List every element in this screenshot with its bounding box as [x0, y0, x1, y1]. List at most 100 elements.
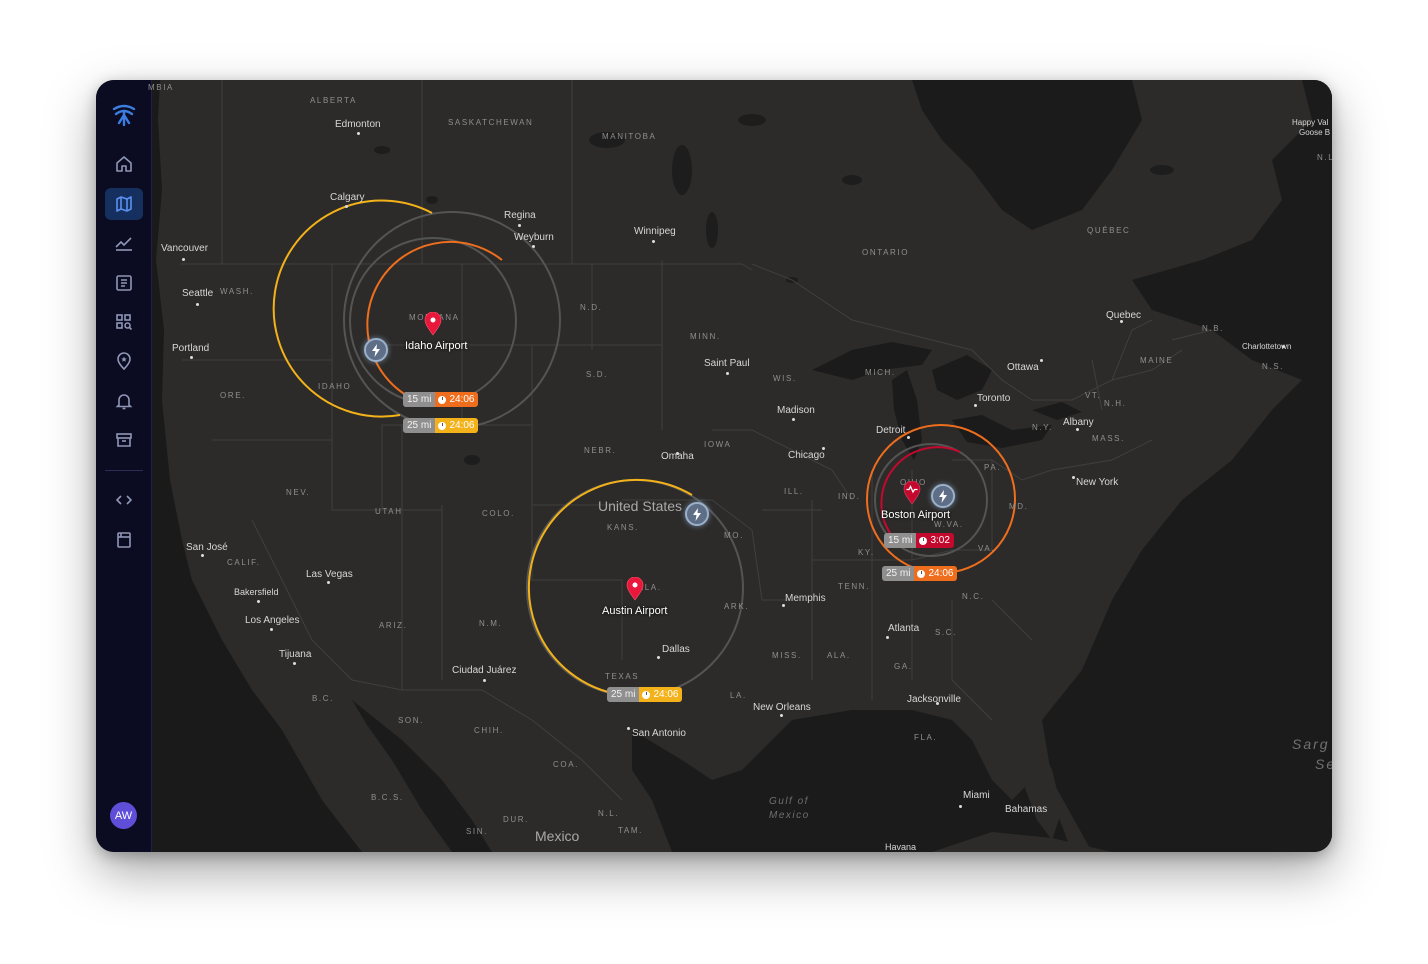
badge-time: 3:02 [916, 533, 954, 548]
region-label: KY. [858, 548, 875, 557]
nav-locations[interactable] [105, 345, 143, 377]
airport-pin-idaho[interactable] [424, 312, 442, 336]
region-label: S.D. [586, 370, 608, 379]
map-base [152, 80, 1332, 852]
sidebar-divider [105, 470, 143, 471]
region-label: W.VA. [934, 520, 964, 529]
radius-badge[interactable]: 25 mi 24:06 [607, 687, 683, 702]
badge-distance: 25 mi [403, 418, 436, 433]
region-label: MANITOBA [602, 132, 657, 141]
city-label: New York [1076, 477, 1119, 488]
city-label: Los Angeles [245, 615, 300, 626]
city-label: Havana [885, 842, 917, 852]
city-dot [345, 205, 348, 208]
city-dot [190, 356, 193, 359]
clock-icon [917, 569, 926, 578]
region-label: MINN. [690, 332, 721, 341]
lightning-marker[interactable] [931, 484, 955, 508]
region-label: KANS. [607, 523, 640, 532]
region-label: N.L [1317, 153, 1332, 162]
region-label: N.L. [598, 809, 620, 818]
nav-archive[interactable] [105, 424, 143, 456]
airport-label: Austin Airport [602, 605, 668, 617]
city-label: Dallas [662, 644, 690, 655]
radius-badge[interactable]: 25 mi 24:06 [882, 566, 958, 581]
city-label: Winnipeg [634, 226, 676, 237]
city-label: Regina [504, 210, 536, 221]
city-dot [182, 258, 185, 261]
city-label: Vancouver [161, 243, 209, 254]
nav-apps[interactable] [105, 306, 143, 338]
nav-reports[interactable] [105, 267, 143, 299]
region-label: N.Y. [1032, 423, 1053, 432]
nav-alerts[interactable] [105, 385, 143, 417]
city-dot [886, 636, 889, 639]
map-icon [116, 196, 132, 212]
region-label: VA. [978, 544, 996, 553]
lightning-icon [372, 343, 380, 357]
city-dot [657, 656, 660, 659]
user-avatar[interactable]: AW [110, 802, 137, 829]
nav-notebook[interactable] [105, 524, 143, 556]
lightning-icon [939, 489, 947, 503]
city-label: Madison [777, 405, 815, 416]
region-label: CHIH. [474, 726, 504, 735]
city-label: Ciudad Juárez [452, 665, 517, 676]
nav-developer[interactable] [105, 484, 143, 516]
city-dot [959, 805, 962, 808]
radius-badge[interactable]: 15 mi 24:06 [403, 392, 479, 407]
city-dot [483, 679, 486, 682]
city-label: Las Vegas [306, 569, 353, 580]
water-label: Se [1315, 756, 1332, 772]
region-label: WASH. [220, 287, 254, 296]
region-label: N.C. [962, 592, 985, 601]
radius-badge[interactable]: 15 mi 3:02 [884, 533, 954, 548]
brand-logo-icon[interactable] [105, 98, 143, 130]
radius-badge[interactable]: 25 mi 24:06 [403, 418, 479, 433]
city-label: Edmonton [335, 119, 381, 130]
region-label: LA. [730, 691, 747, 700]
lightning-marker[interactable] [364, 338, 388, 362]
region-label: DUR. [503, 815, 529, 824]
city-label: Memphis [785, 593, 826, 604]
region-label: TAM. [618, 826, 643, 835]
map-canvas[interactable]: MBIA ALBERTA SASKATCHEWAN MANITOBA ONTAR… [148, 80, 1332, 852]
region-label: COA. [553, 760, 579, 769]
region-label: ARK. [724, 602, 750, 611]
region-label: WIS. [773, 374, 797, 383]
city-label: San José [186, 542, 228, 553]
city-dot [627, 727, 630, 730]
nav-analytics[interactable] [105, 227, 143, 259]
region-label: ARIZ. [379, 621, 408, 630]
reports-icon [116, 275, 132, 291]
airport-pin-austin[interactable] [626, 577, 644, 601]
city-label: Albany [1063, 417, 1094, 428]
city-label: Happy Val [1292, 118, 1329, 127]
city-dot [974, 404, 977, 407]
region-label: PA. [984, 463, 1002, 472]
city-dot [652, 240, 655, 243]
city-dot [357, 132, 360, 135]
lightning-icon [693, 507, 701, 521]
lightning-marker[interactable] [685, 502, 709, 526]
nav-home[interactable] [105, 148, 143, 180]
badge-time: 24:06 [435, 392, 479, 407]
airport-pin-boston[interactable] [903, 481, 921, 505]
city-label: Charlottetown [1242, 342, 1292, 351]
region-label: MICH. [865, 368, 896, 377]
badge-time: 24:06 [914, 566, 958, 581]
city-label: Bahamas [1005, 804, 1048, 815]
nav-map[interactable] [105, 188, 143, 220]
sidebar: AW [96, 80, 152, 852]
region-label: ORE. [220, 391, 246, 400]
region-label: N.B. [1202, 324, 1224, 333]
trend-icon [115, 237, 132, 251]
city-dot [1076, 428, 1079, 431]
region-label: B.C. [312, 694, 334, 703]
water-label: Mexico [769, 810, 810, 821]
city-label: Detroit [876, 425, 906, 436]
clock-icon [438, 395, 447, 404]
city-dot [201, 554, 204, 557]
badge-time: 24:06 [639, 687, 683, 702]
city-label: Jacksonville [907, 694, 961, 705]
